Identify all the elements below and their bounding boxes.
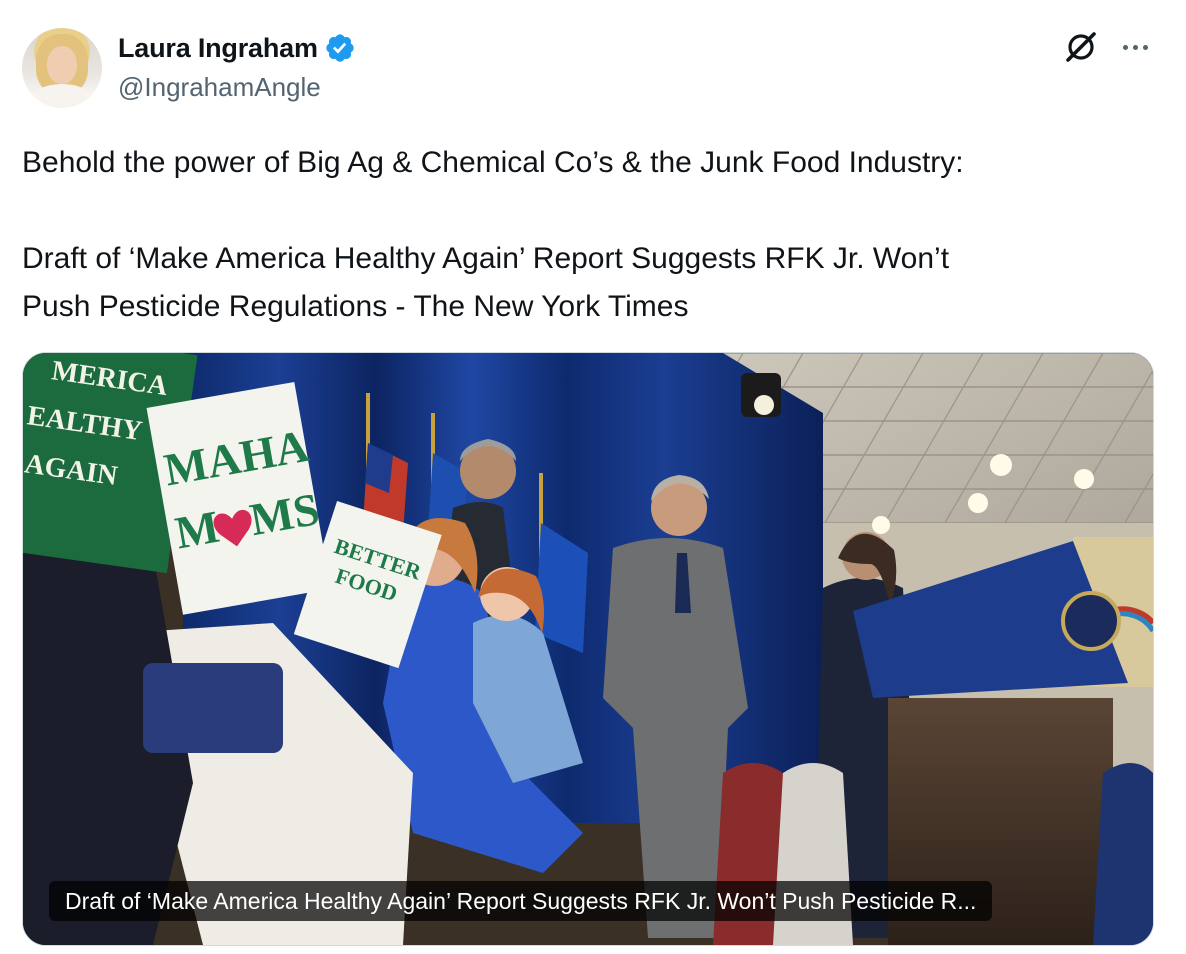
author-display-name[interactable]: Laura Ingraham [118, 33, 318, 64]
author-name-row: Laura Ingraham [118, 31, 356, 65]
audience-right [1093, 763, 1153, 945]
author-handle[interactable]: @IngrahamAngle [118, 72, 321, 103]
chair [143, 663, 283, 753]
tweet-text-line: Push Pesticide Regulations - The New Yor… [22, 290, 689, 323]
stage-spotlight-lens [754, 395, 774, 415]
sign-text: M [171, 501, 223, 559]
link-card-photo: MERICA EALTHY AGAIN MAHA M MS BETTER FOO… [23, 353, 1153, 945]
avatar-face [47, 46, 77, 84]
tweet-text-line: Draft of ‘Make America Healthy Again’ Re… [22, 242, 950, 275]
tweet-text-line: Behold the power of Big Ag & Chemical Co… [22, 146, 964, 179]
ceiling-light [990, 454, 1012, 476]
tweet: Laura Ingraham @IngrahamAngle Behold the… [0, 0, 1186, 954]
link-card[interactable]: MERICA EALTHY AGAIN MAHA M MS BETTER FOO… [22, 352, 1154, 946]
avatar-shoulders [30, 84, 94, 108]
dot [1142, 44, 1148, 50]
grok-icon[interactable] [1064, 30, 1098, 64]
ceiling-light [872, 516, 890, 534]
verified-badge-icon[interactable] [324, 32, 356, 64]
ceiling-light [968, 493, 988, 513]
dot [1132, 44, 1138, 50]
podium-seal [1061, 591, 1121, 651]
more-options-icon[interactable] [1118, 36, 1152, 58]
ceiling-light [1074, 469, 1094, 489]
link-card-title[interactable]: Draft of ‘Make America Healthy Again’ Re… [49, 881, 993, 921]
avatar[interactable] [22, 28, 102, 108]
dot [1122, 44, 1128, 50]
tweet-text: Behold the power of Big Ag & Chemical Co… [22, 139, 1162, 331]
